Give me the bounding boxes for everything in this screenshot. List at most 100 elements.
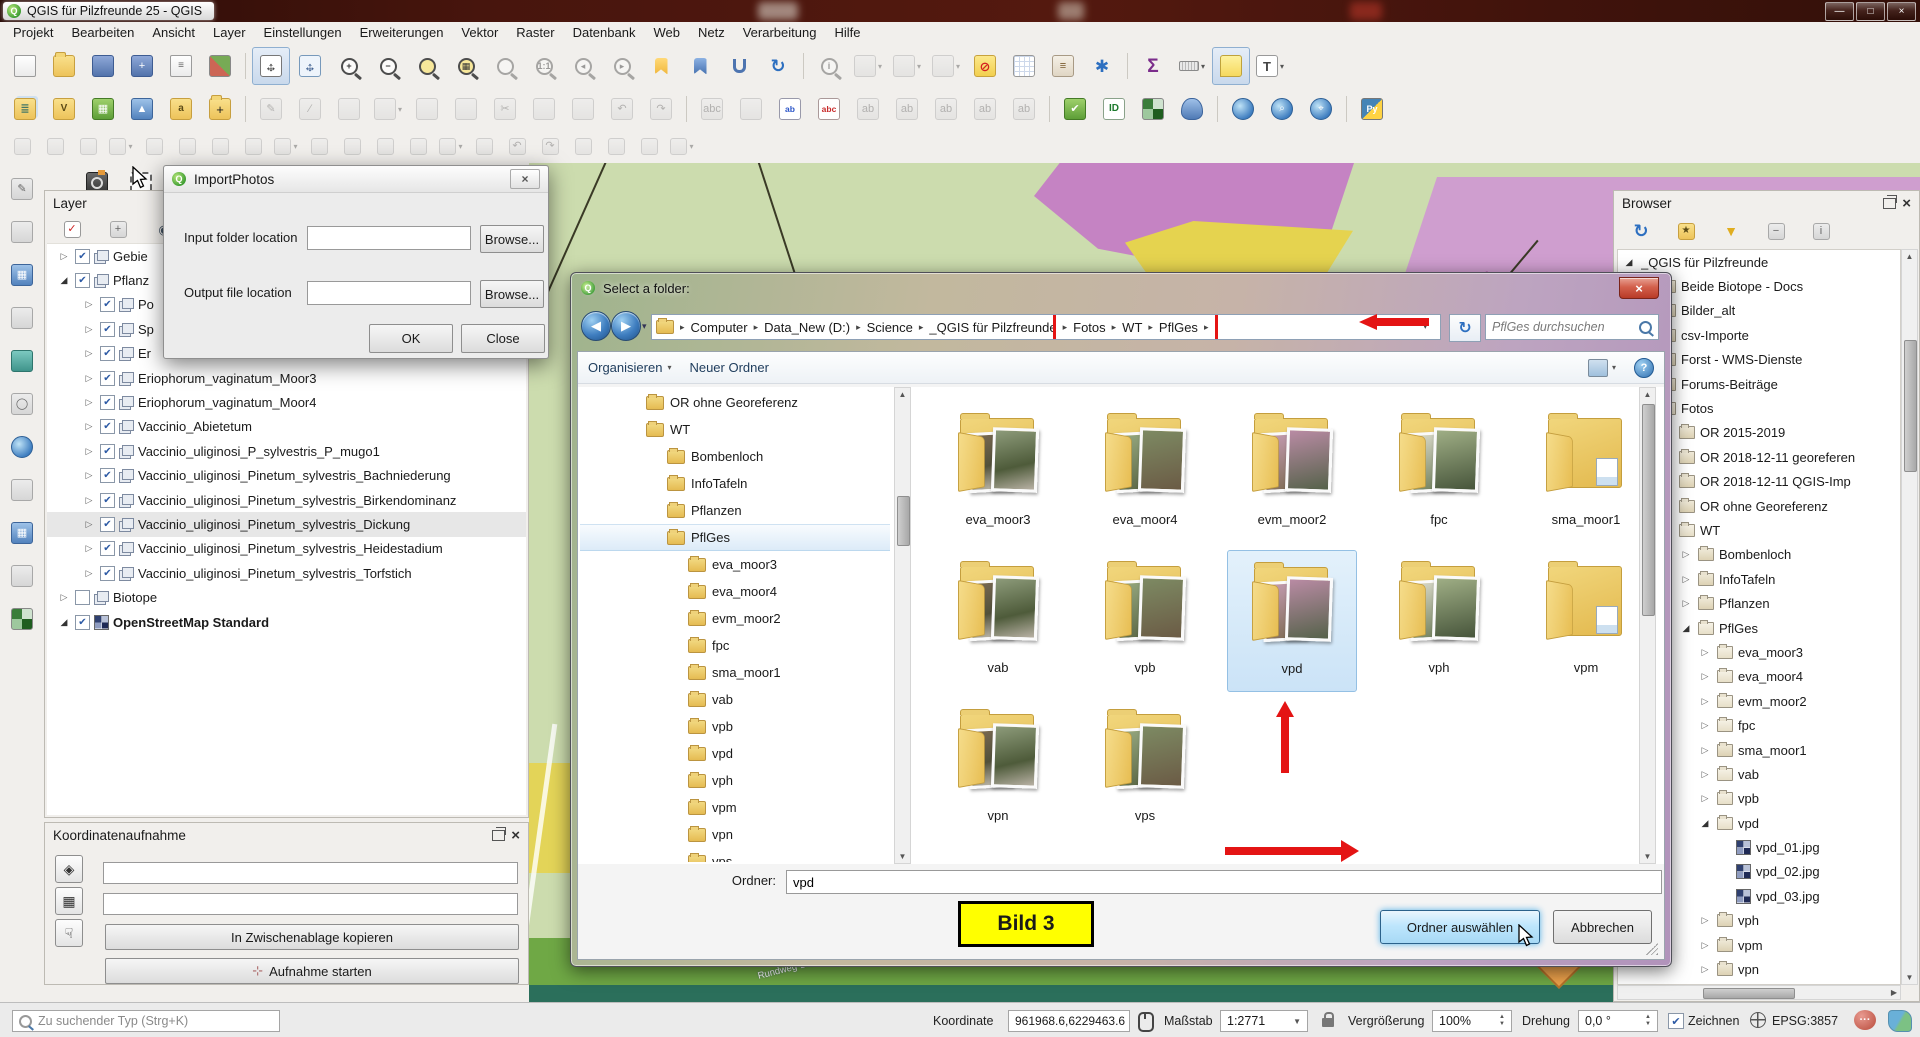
select-folder-title-bar[interactable]: Q Select a folder: [571, 273, 1671, 303]
expand-icon[interactable]: ▷ [1698, 915, 1712, 926]
layer-item-vaccinio-uliginosi-pinetum-sylvestris-bachniederung[interactable]: ▷✔Vaccinio_uliginosi_Pinetum_sylvestris_… [47, 464, 526, 488]
breadcrumb-item-data-new-d[interactable]: ▸Data_New (D:) [748, 320, 851, 335]
circle-tool-icon[interactable]: ◯ [3, 385, 41, 423]
layer-checkbox[interactable]: ✔ [100, 346, 115, 361]
scrollbar-thumb[interactable] [1703, 988, 1795, 999]
close-button[interactable]: × [1887, 2, 1916, 21]
collapse-all-icon[interactable]: − [1757, 212, 1795, 250]
expand-icon[interactable]: ▷ [1698, 769, 1712, 780]
osm-place-search-icon[interactable]: ⌖ [1302, 90, 1340, 128]
folder-tile-vph[interactable]: vph [1374, 550, 1504, 692]
magnifier-spinner[interactable]: 100%▲▼ [1432, 1010, 1512, 1032]
measure-icon[interactable]: ▾ [1173, 47, 1211, 85]
expand-icon[interactable]: ▷ [82, 299, 96, 310]
folder-tile-vpm[interactable]: vpm [1521, 550, 1651, 692]
spinner-arrows-icon[interactable]: ▲▼ [1499, 1014, 1505, 1027]
browser-properties-icon[interactable]: i [1802, 212, 1840, 250]
help-button[interactable]: ? [1634, 358, 1654, 378]
scrollbar-thumb[interactable] [1904, 340, 1917, 472]
zoom-out-icon[interactable]: − [369, 47, 407, 85]
files-scrollbar[interactable]: ▲ ▼ [1639, 387, 1656, 864]
layer-checkbox[interactable]: ✔ [100, 297, 115, 312]
join-tool-icon[interactable] [3, 299, 41, 337]
show-bookmarks-icon[interactable] [681, 47, 719, 85]
collapse-icon[interactable]: ◢ [57, 275, 71, 286]
new-project-icon[interactable] [6, 47, 44, 85]
scroll-down-icon[interactable]: ▼ [1640, 852, 1655, 861]
layer-item-vaccinio-uliginosi-pinetum-sylvestris-birkendominanz[interactable]: ▷✔Vaccinio_uliginosi_Pinetum_sylvestris_… [47, 488, 526, 512]
expand-icon[interactable]: ▷ [82, 470, 96, 481]
breadcrumb-item-pflges[interactable]: ▸PflGes [1142, 320, 1198, 335]
minimize-button[interactable]: — [1825, 2, 1854, 21]
breadcrumb-item-fotos[interactable]: ▸Fotos [1057, 320, 1106, 335]
browser-vertical-scrollbar[interactable]: ▲ ▼ [1901, 249, 1918, 985]
check-geometries-icon[interactable]: ✔ [1056, 90, 1094, 128]
spinner-arrows-icon[interactable]: ▲▼ [1645, 1014, 1651, 1027]
coordinate-field-2[interactable] [103, 893, 518, 915]
menu-bearbeiten[interactable]: Bearbeiten [62, 22, 143, 44]
add-mesh-layer-icon[interactable]: ▲ [123, 90, 161, 128]
expand-icon[interactable]: ▷ [82, 324, 96, 335]
folder-tile-fpc[interactable]: fpc [1374, 402, 1504, 544]
expand-icon[interactable]: ▷ [82, 397, 96, 408]
recent-pages-icon[interactable]: ▾ [642, 321, 647, 332]
expand-icon[interactable]: ▷ [82, 373, 96, 384]
close-panel-icon[interactable]: × [1902, 196, 1911, 211]
maximize-button[interactable]: □ [1856, 2, 1885, 21]
coordinate-grid-button[interactable]: ▦ [55, 887, 83, 915]
layer-checkbox[interactable]: ✔ [100, 444, 115, 459]
expand-icon[interactable]: ▷ [1698, 696, 1712, 707]
expand-icon[interactable]: ▷ [1679, 574, 1693, 585]
pin-labels-icon[interactable]: ab [771, 90, 809, 128]
datasource-manager-icon[interactable]: ≣ [6, 90, 44, 128]
layer-checkbox[interactable]: ✔ [100, 322, 115, 337]
layer-checkbox[interactable]: ✔ [100, 541, 115, 556]
layer-checkbox[interactable]: ✔ [100, 395, 115, 410]
style-manager-icon[interactable] [201, 47, 239, 85]
processing-tasks-icon[interactable] [1888, 1010, 1912, 1032]
select-folder-button[interactable]: Ordner auswählen [1380, 910, 1540, 944]
track-mouse-button[interactable]: ☟ [55, 919, 83, 947]
expand-icon[interactable]: ▷ [57, 592, 71, 603]
layer-checkbox[interactable]: ✔ [100, 468, 115, 483]
menu-hilfe[interactable]: Hilfe [825, 22, 869, 44]
field-calculator-icon[interactable]: ≡ [1044, 47, 1082, 85]
layer-item-vaccinio-uliginosi-pinetum-sylvestris-torfstich[interactable]: ▷✔Vaccinio_uliginosi_Pinetum_sylvestris_… [47, 561, 526, 585]
folder-tile-sma-moor1[interactable]: sma_moor1 [1521, 402, 1651, 544]
layer-checkbox[interactable]: ✔ [100, 566, 115, 581]
cancel-button[interactable]: Abbrechen [1553, 910, 1652, 944]
collapse-icon[interactable]: ◢ [57, 617, 71, 628]
tree-item-vpm[interactable]: vpm [580, 794, 890, 821]
browser-horizontal-scrollbar[interactable]: ▶ [1617, 985, 1901, 1000]
layer-checkbox[interactable]: ✔ [100, 493, 115, 508]
layer-item-vaccinio-abietetum[interactable]: ▷✔Vaccinio_Abietetum [47, 415, 526, 439]
folder-tile-vpn[interactable]: vpn [933, 698, 1063, 840]
output-file-location-input[interactable] [307, 281, 471, 305]
menu-netz[interactable]: Netz [689, 22, 734, 44]
refresh-icon[interactable]: ↻ [1449, 314, 1481, 342]
tree-item-vpn[interactable]: vpn [580, 821, 890, 848]
tree-item-vph[interactable]: vph [580, 767, 890, 794]
tree-item-vpd[interactable]: vpd [580, 740, 890, 767]
layer-item-vaccinio-uliginosi-pinetum-sylvestris-heidestadium[interactable]: ▷✔Vaccinio_uliginosi_Pinetum_sylvestris_… [47, 537, 526, 561]
processing-toolbox-icon[interactable]: ✱ [1083, 47, 1121, 85]
menu-einstellungen[interactable]: Einstellungen [255, 22, 351, 44]
tree-item-pflanzen[interactable]: Pflanzen [580, 497, 890, 524]
tree-item-vps[interactable]: vps [580, 848, 890, 862]
tree-item-wt[interactable]: WT [580, 416, 890, 443]
digitize-tool-icon[interactable]: ✎ [3, 170, 41, 208]
open-attribute-table-icon[interactable] [1005, 47, 1043, 85]
scrollbar-thumb[interactable] [1642, 404, 1655, 616]
expand-icon[interactable]: ▷ [1698, 793, 1712, 804]
merge-tool-icon[interactable] [3, 557, 41, 595]
input-folder-location-input[interactable] [307, 226, 471, 250]
tree-item-bombenloch[interactable]: Bombenloch [580, 443, 890, 470]
crs-status[interactable]: EPSG:3857 [1772, 1003, 1838, 1037]
menu-raster[interactable]: Raster [507, 22, 563, 44]
layer-checkbox[interactable]: ✔ [100, 371, 115, 386]
render-checkbox[interactable]: ✔ [1668, 1013, 1684, 1029]
open-project-icon[interactable] [45, 47, 83, 85]
bookmark-manager-icon[interactable] [720, 47, 758, 85]
breadcrumb-item-qgis-für-pilzfreunde[interactable]: ▸_QGIS für Pilzfreunde [913, 320, 1057, 335]
layer-item-biotope[interactable]: ▷Biotope [47, 585, 526, 609]
